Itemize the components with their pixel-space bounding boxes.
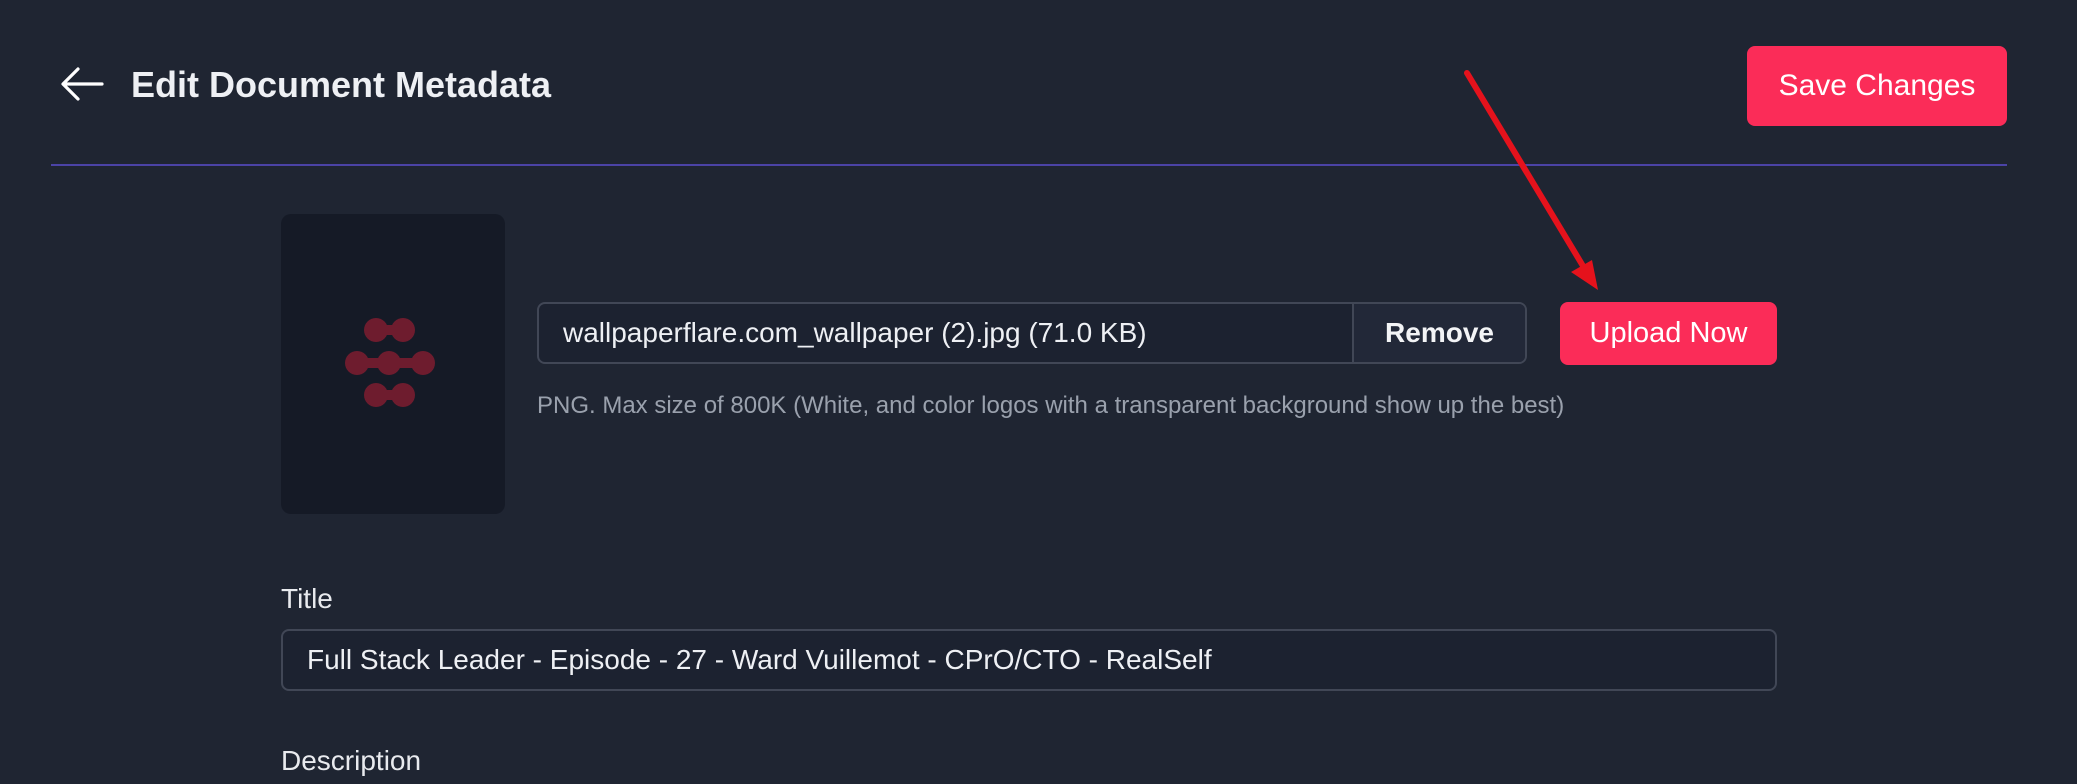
description-label: Description (281, 745, 422, 776)
logo-preview (281, 214, 505, 514)
edit-metadata-page: Edit Document Metadata Save Changes wall… (0, 0, 2077, 784)
back-arrow-icon[interactable] (58, 62, 106, 106)
page-title: Edit Document Metadata (131, 64, 552, 105)
upload-now-button[interactable]: Upload Now (1560, 302, 1777, 365)
header-divider (51, 164, 2007, 166)
file-input-group: wallpaperflare.com_wallpaper (2).jpg (71… (537, 302, 1527, 364)
red-arrow-annotation-icon (1464, 70, 1598, 290)
logo-mark-icon (345, 318, 435, 407)
selected-file-name[interactable]: wallpaperflare.com_wallpaper (2).jpg (71… (539, 304, 1352, 362)
title-input[interactable] (281, 629, 1777, 691)
save-changes-button[interactable]: Save Changes (1747, 46, 2007, 126)
file-upload-hint: PNG. Max size of 800K (White, and color … (537, 392, 1565, 419)
remove-file-button[interactable]: Remove (1352, 304, 1525, 362)
title-label: Title (281, 583, 333, 614)
